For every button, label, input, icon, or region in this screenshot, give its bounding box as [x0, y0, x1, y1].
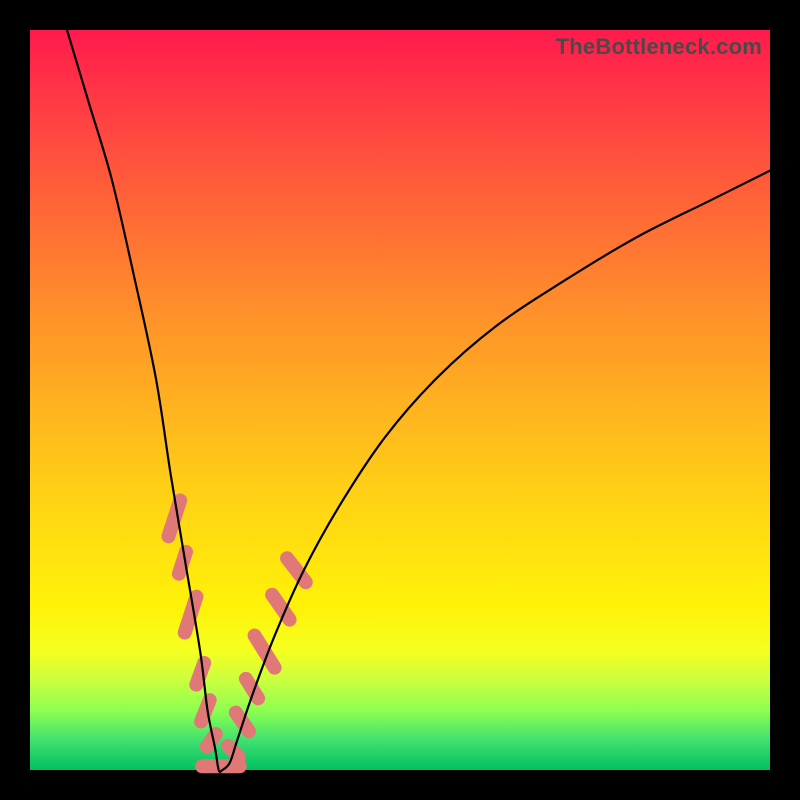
marker-layer: [160, 492, 316, 774]
curve-path: [67, 30, 770, 772]
plot-area: TheBottleneck.com: [30, 30, 770, 770]
curve-marker: [187, 654, 213, 694]
chart-frame: TheBottleneck.com: [0, 0, 800, 800]
bottleneck-curve: [30, 30, 770, 770]
curve-marker: [245, 626, 284, 677]
curve-marker: [236, 669, 267, 708]
